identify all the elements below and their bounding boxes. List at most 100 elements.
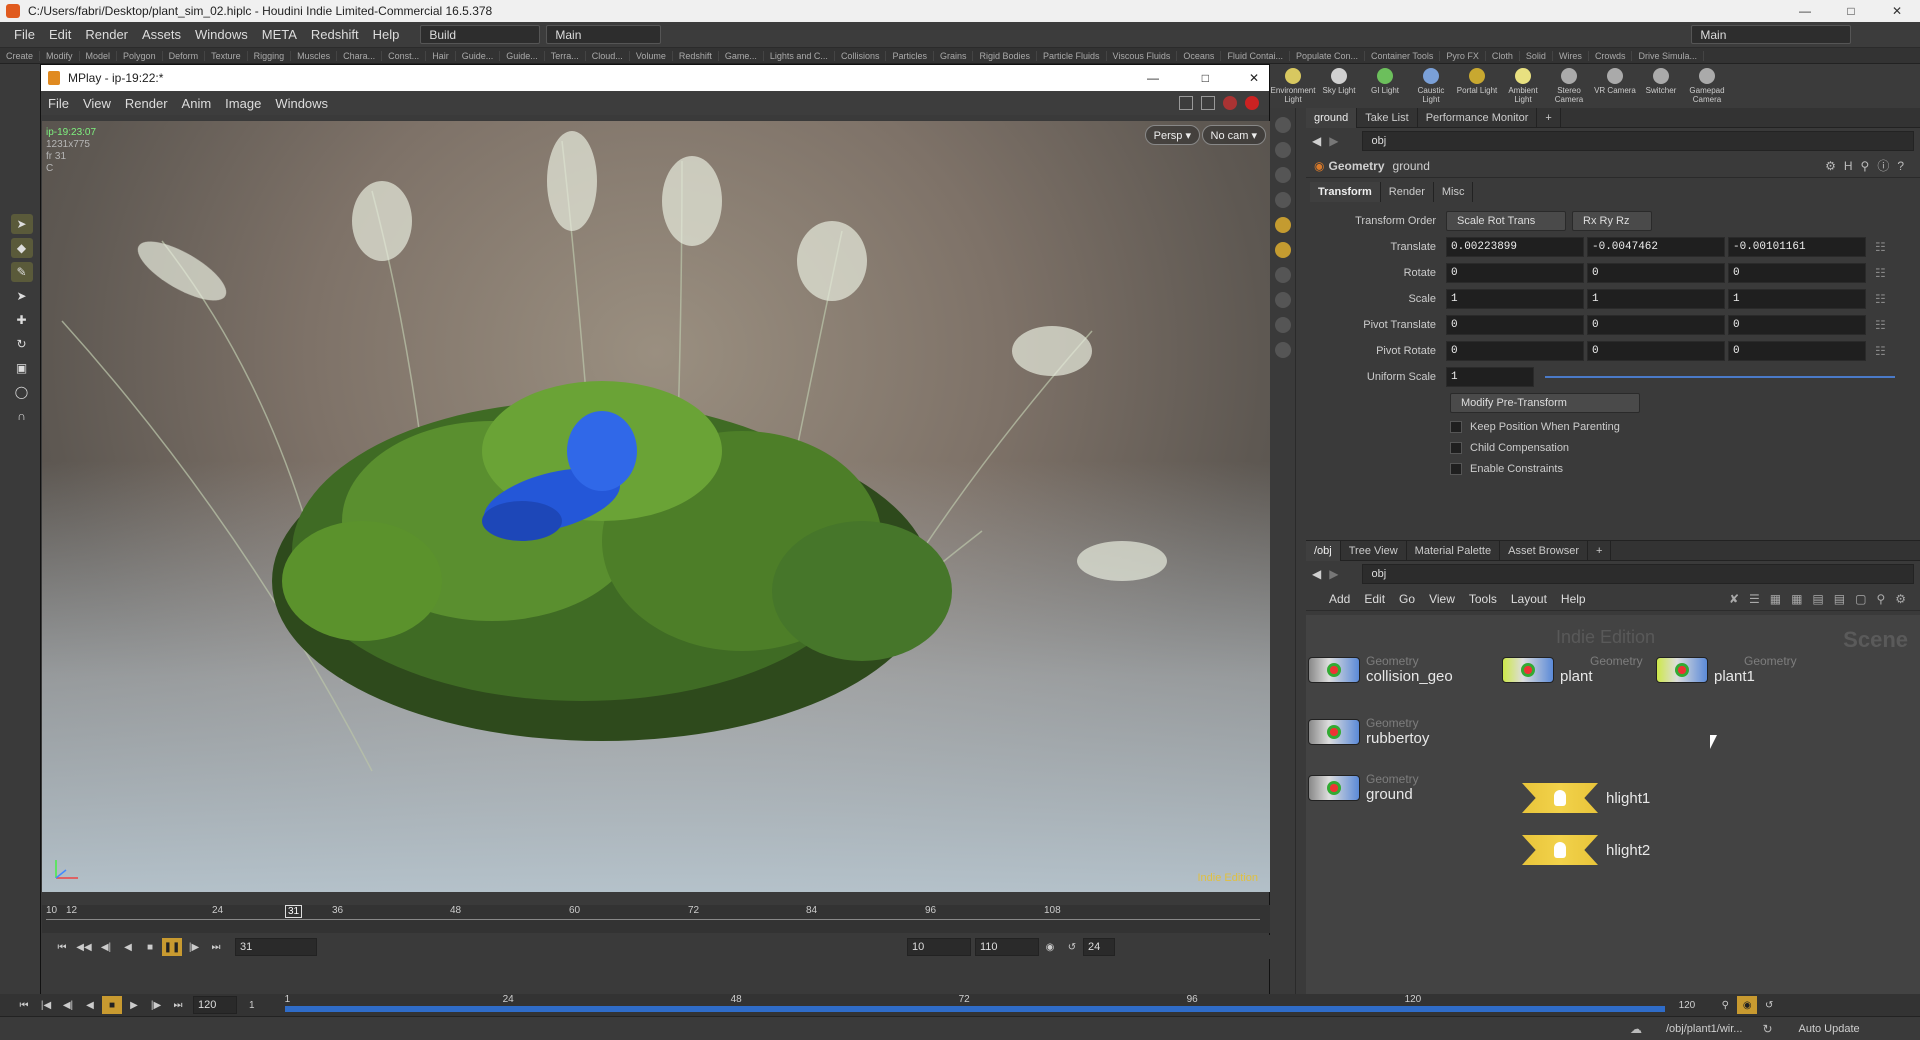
menu-file[interactable]: File <box>0 27 42 42</box>
shelf-tool-sky-light[interactable]: Sky Light <box>1316 64 1362 108</box>
tab-ground[interactable]: ground <box>1306 107 1358 128</box>
shelf-tab[interactable]: Particles <box>886 50 934 61</box>
param-path-field[interactable]: obj <box>1362 131 1914 151</box>
camera-button[interactable]: No cam ▾ <box>1201 125 1266 145</box>
enable-constraints-checkbox[interactable]: Enable Constraints <box>1306 458 1920 479</box>
shelf-tab[interactable]: Pyro FX <box>1440 50 1486 61</box>
pause-icon[interactable]: ❚❚ <box>162 938 182 956</box>
shelf-tab[interactable]: Hair <box>426 50 456 61</box>
node-header-tools[interactable]: ⚙H⚲ⓘ? <box>1825 157 1912 174</box>
net-menu-add[interactable]: Add <box>1322 592 1357 606</box>
mplay-minimize-icon[interactable]: — <box>1147 71 1159 85</box>
shelf-tab[interactable]: Create <box>0 50 41 61</box>
node-plant1[interactable]: Geometry plant1 <box>1656 655 1797 685</box>
mplay-menu-windows[interactable]: Windows <box>268 96 335 111</box>
global-stop-icon[interactable]: ■ <box>102 996 122 1014</box>
mplay-menu-view[interactable]: View <box>76 96 118 111</box>
node-plant[interactable]: Geometry plant <box>1502 655 1643 685</box>
param-field-x[interactable]: 1 <box>1446 289 1584 309</box>
shelf-tab[interactable]: Model <box>80 50 118 61</box>
main-right-select[interactable]: Main <box>1691 25 1852 44</box>
param-field-y[interactable]: 1 <box>1587 289 1725 309</box>
shelf-tab[interactable]: Rigging <box>248 50 292 61</box>
menu-render[interactable]: Render <box>78 27 135 42</box>
node-hlight1[interactable]: hlight1 <box>1522 783 1650 813</box>
current-frame-field[interactable]: 31 <box>235 938 317 956</box>
shelf-tab[interactable]: Solid <box>1520 50 1553 61</box>
mplay-menu-render[interactable]: Render <box>118 96 175 111</box>
menu-help[interactable]: Help <box>366 27 407 42</box>
global-go-end-icon[interactable]: ⏭ <box>168 996 188 1014</box>
shelf-tab[interactable]: Viscous Fluids <box>1107 50 1178 61</box>
shelf-tab[interactable]: Deform <box>163 50 206 61</box>
minimize-icon[interactable]: — <box>1782 0 1828 22</box>
channel-key-icon[interactable]: ☷ <box>1875 344 1886 358</box>
keep-position-checkbox[interactable]: Keep Position When Parenting <box>1306 416 1920 437</box>
modify-pre-transform-select[interactable]: Modify Pre-Transform <box>1450 393 1640 413</box>
shelf-tool-switcher[interactable]: Switcher <box>1638 64 1684 108</box>
shelf-tab[interactable]: Guide... <box>500 50 545 61</box>
stop-icon[interactable]: ■ <box>140 938 160 956</box>
param-field-x[interactable]: 0 <box>1446 315 1584 335</box>
shelf-tool-vr-camera[interactable]: VR Camera <box>1592 64 1638 108</box>
param-field-x[interactable]: 0 <box>1446 341 1584 361</box>
move-tool-icon[interactable]: ✚ <box>11 310 33 330</box>
persp-button[interactable]: Persp ▾ <box>1144 125 1200 145</box>
shelf-tab[interactable]: Texture <box>205 50 248 61</box>
render-icon[interactable] <box>1274 342 1291 358</box>
shelf-tab[interactable]: Oceans <box>1177 50 1222 61</box>
shelf-tab[interactable]: Container Tools <box>1365 50 1441 61</box>
shelf-tab[interactable]: Crowds <box>1589 50 1633 61</box>
key-icon[interactable]: ⚲ <box>1715 996 1735 1014</box>
net-menu-edit[interactable]: Edit <box>1357 592 1392 606</box>
shelf-tab[interactable]: Muscles <box>291 50 338 61</box>
menu-windows[interactable]: Windows <box>188 27 255 42</box>
shelf-tool-portal-light[interactable]: Portal Light <box>1454 64 1500 108</box>
channel-key-icon[interactable]: ☷ <box>1875 292 1886 306</box>
render-viewport[interactable]: ip-19:23:07 1231x775 fr 31 C Persp ▾ No … <box>42 121 1270 892</box>
handle-tool-icon[interactable]: ◆ <box>10 238 33 258</box>
tab-obj[interactable]: /obj <box>1306 540 1341 561</box>
mplay-maximize-icon[interactable]: □ <box>1202 71 1209 85</box>
param-field-y[interactable]: -0.0047462 <box>1587 237 1725 257</box>
mplay-record-icon[interactable] <box>1245 96 1259 110</box>
param-field-z[interactable]: 1 <box>1728 289 1866 309</box>
shelf-tool-environment-light[interactable]: Environment Light <box>1270 64 1316 108</box>
lock-icon[interactable] <box>1274 142 1291 158</box>
uniform-scale-slider[interactable] <box>1545 376 1895 378</box>
display-options-icon[interactable] <box>1274 117 1291 133</box>
mplay-fit-icon[interactable] <box>1179 96 1193 110</box>
fps-field[interactable]: 24 <box>1083 938 1115 956</box>
node-hlight2[interactable]: hlight2 <box>1522 835 1650 865</box>
shelf-tab[interactable]: Terra... <box>545 50 586 61</box>
select-tool-icon[interactable]: ➤ <box>10 214 33 234</box>
realtime-toggle-icon[interactable]: ◉ <box>1737 996 1758 1014</box>
shelf-tab[interactable]: Fluid Contai... <box>1221 50 1290 61</box>
uniform-scale-field[interactable]: 1 <box>1446 367 1534 387</box>
shelf-tab[interactable]: Guide... <box>456 50 501 61</box>
shelf-tool-gamepad-camera[interactable]: Gamepad Camera <box>1684 64 1730 108</box>
brush-icon[interactable] <box>1274 292 1291 308</box>
mplay-menu-image[interactable]: Image <box>218 96 268 111</box>
channel-key-icon[interactable]: ☷ <box>1875 240 1886 254</box>
tab-transform[interactable]: Transform <box>1310 182 1381 202</box>
param-field-y[interactable]: 0 <box>1587 315 1725 335</box>
channel-key-icon[interactable]: ☷ <box>1875 318 1886 332</box>
shelf-tool-stereo-camera[interactable]: Stereo Camera <box>1546 64 1592 108</box>
shelf-tab[interactable]: Wires <box>1553 50 1589 61</box>
main-desktop-select[interactable]: Main <box>546 25 662 44</box>
node-rubbertoy[interactable]: Geometry rubbertoy <box>1308 717 1429 747</box>
tab-material-palette[interactable]: Material Palette <box>1407 540 1501 561</box>
close-icon[interactable]: ✕ <box>1874 0 1920 22</box>
global-step-back-icon[interactable]: |◀ <box>36 996 56 1014</box>
param-field-y[interactable]: 0 <box>1587 263 1725 283</box>
shelf-tab[interactable]: Volume <box>630 50 673 61</box>
net-menu-layout[interactable]: Layout <box>1504 592 1554 606</box>
forward-icon[interactable]: ▶ <box>1329 134 1338 148</box>
grid-icon[interactable] <box>1274 317 1291 333</box>
child-compensation-checkbox[interactable]: Child Compensation <box>1306 437 1920 458</box>
menu-assets[interactable]: Assets <box>135 27 188 42</box>
shelf-tab[interactable]: Drive Simula... <box>1632 50 1704 61</box>
global-prev-key-icon[interactable]: ◀| <box>58 996 78 1014</box>
camera-lock-icon[interactable] <box>1274 217 1291 233</box>
